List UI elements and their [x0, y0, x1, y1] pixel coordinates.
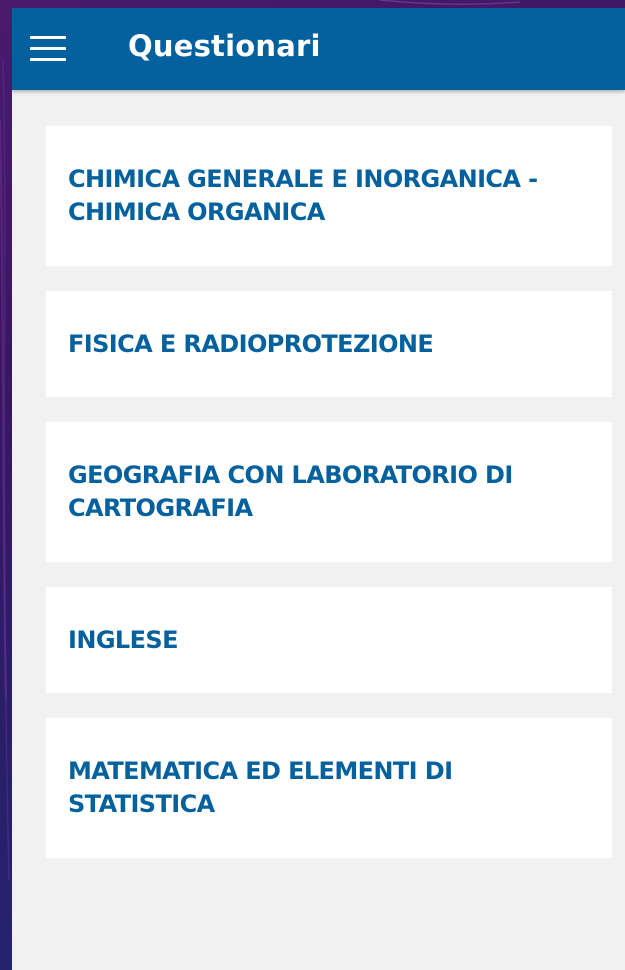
- list-item-title: FISICA E RADIOPROTEZIONE: [68, 329, 434, 358]
- list-item-title: INGLESE: [68, 625, 178, 654]
- questionnaire-list: CHIMICA GENERALE E INORGANICA - CHIMICA …: [46, 126, 612, 883]
- menu-icon-bar: [30, 58, 66, 61]
- list-item-inglese[interactable]: INGLESE: [46, 587, 612, 693]
- list-item-matematica[interactable]: MATEMATICA ED ELEMENTI DI STATISTICA: [46, 718, 612, 858]
- page-title: Questionari: [128, 29, 321, 63]
- list-item-fisica[interactable]: FISICA E RADIOPROTEZIONE: [46, 291, 612, 397]
- list-item-title: MATEMATICA ED ELEMENTI DI STATISTICA: [68, 757, 453, 818]
- app-bar: Questionari: [12, 8, 625, 90]
- app-screen: Questionari CHIMICA GENERALE E INORGANIC…: [12, 8, 625, 970]
- hamburger-menu-icon[interactable]: [30, 31, 66, 67]
- list-item-chimica[interactable]: CHIMICA GENERALE E INORGANICA - CHIMICA …: [46, 126, 612, 266]
- list-item-title: GEOGRAFIA CON LABORATORIO DI CARTOGRAFIA: [68, 461, 513, 522]
- list-item-geografia[interactable]: GEOGRAFIA CON LABORATORIO DI CARTOGRAFIA: [46, 422, 612, 562]
- menu-icon-bar: [30, 47, 66, 50]
- list-item-title: CHIMICA GENERALE E INORGANICA - CHIMICA …: [68, 165, 538, 226]
- menu-icon-bar: [30, 36, 66, 39]
